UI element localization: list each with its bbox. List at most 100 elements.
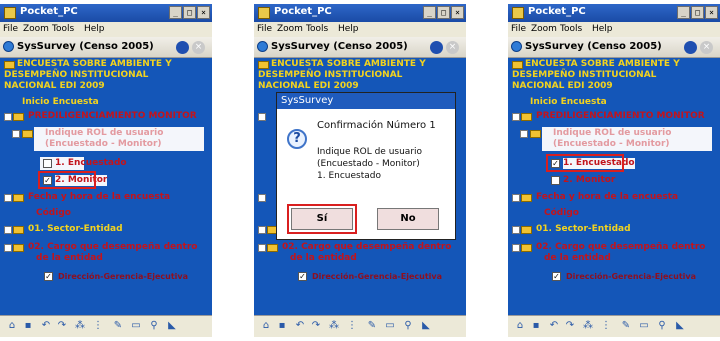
menu-zoom[interactable]: Zoom: [531, 24, 557, 34]
menu-tools[interactable]: Tools: [306, 24, 328, 34]
expand-icon[interactable]: [12, 130, 20, 138]
tree-item-codigo[interactable]: Código: [544, 208, 579, 219]
expand-icon[interactable]: [4, 244, 12, 252]
window-icon: [4, 7, 16, 19]
maximize-button[interactable]: □: [691, 6, 704, 19]
tree-item-sector[interactable]: 01. Sector-Entidad: [536, 224, 631, 235]
tree-item-cargo[interactable]: 02. Cargo que desempeña dentro: [536, 242, 705, 253]
folder-open-icon[interactable]: ▭: [638, 320, 650, 332]
undo-icon[interactable]: ↶: [40, 320, 52, 332]
search-icon[interactable]: ⚲: [656, 320, 668, 332]
checkbox-direccion[interactable]: ✓: [298, 272, 307, 281]
expand-icon[interactable]: [512, 194, 520, 202]
search-icon[interactable]: ⚲: [402, 320, 414, 332]
edit-icon[interactable]: ✎: [620, 320, 632, 332]
expand-icon[interactable]: [4, 226, 12, 234]
close-button[interactable]: ×: [451, 6, 464, 19]
expand-icon[interactable]: [258, 244, 266, 252]
maximize-button[interactable]: □: [183, 6, 196, 19]
tree-item-cargo[interactable]: 02. Cargo que desempeña dentro: [28, 242, 197, 253]
tree-icon[interactable]: ⁂: [582, 320, 594, 332]
menu-zoom[interactable]: Zoom: [23, 24, 49, 34]
save-icon[interactable]: ▪: [530, 320, 542, 332]
expand-icon[interactable]: [4, 194, 12, 202]
close-icon[interactable]: ×: [700, 41, 713, 54]
close-button[interactable]: ×: [705, 6, 718, 19]
home-icon[interactable]: ⌂: [514, 320, 526, 332]
minimize-button[interactable]: _: [423, 6, 436, 19]
menu-help[interactable]: Help: [84, 24, 105, 34]
no-button[interactable]: No: [377, 208, 439, 230]
minimize-button[interactable]: _: [677, 6, 690, 19]
ok-icon[interactable]: [176, 41, 189, 54]
menu-tools[interactable]: Tools: [560, 24, 582, 34]
maximize-button[interactable]: □: [437, 6, 450, 19]
folder-icon: [521, 113, 532, 121]
checkbox-option-1[interactable]: [43, 159, 52, 168]
expand-icon[interactable]: [258, 194, 266, 202]
home-icon[interactable]: ⌂: [260, 320, 272, 332]
tree-icon[interactable]: ⁂: [74, 320, 86, 332]
close-icon[interactable]: ×: [446, 41, 459, 54]
checkbox-direccion[interactable]: ✓: [44, 272, 53, 281]
tree-item-direccion[interactable]: Dirección-Gerencia-Ejecutiva: [312, 271, 442, 282]
structure-icon[interactable]: ⋮: [600, 320, 612, 332]
ok-icon[interactable]: [430, 41, 443, 54]
expand-icon[interactable]: [512, 244, 520, 252]
tree-item-section[interactable]: PREDILIGENCIAMIENTO MONITOR: [28, 111, 197, 122]
tree-item-fecha[interactable]: Fecha y hora de la encuesta: [536, 192, 678, 203]
ok-icon[interactable]: [684, 41, 697, 54]
dialog-line-3: 1. Encuestado: [317, 171, 381, 181]
checkbox-option-2[interactable]: [551, 176, 560, 185]
structure-icon[interactable]: ⋮: [346, 320, 358, 332]
expand-icon[interactable]: [4, 113, 12, 121]
minimize-button[interactable]: _: [169, 6, 182, 19]
menu-help[interactable]: Help: [592, 24, 613, 34]
tree-item-codigo[interactable]: Código: [36, 208, 71, 219]
edit-icon[interactable]: ✎: [112, 320, 124, 332]
menu-help[interactable]: Help: [338, 24, 359, 34]
tree-item-cargo[interactable]: 02. Cargo que desempeña dentro: [282, 242, 451, 253]
tree-icon[interactable]: ⁂: [328, 320, 340, 332]
search-icon[interactable]: ⚲: [148, 320, 160, 332]
selection-highlight: [38, 171, 96, 189]
edit-icon[interactable]: ✎: [366, 320, 378, 332]
menu-file[interactable]: File: [257, 24, 272, 34]
chart-icon[interactable]: ◣: [420, 320, 432, 332]
menu-file[interactable]: File: [3, 24, 18, 34]
tree-item-inicio[interactable]: Inicio Encuesta: [530, 97, 607, 108]
option-2-label[interactable]: 2. Monitor: [563, 175, 615, 186]
structure-icon[interactable]: ⋮: [92, 320, 104, 332]
survey-tree: ENCUESTA SOBRE AMBIENTE Y DESEMPEÑO INST…: [508, 58, 720, 315]
tree-item-sector[interactable]: 01. Sector-Entidad: [28, 224, 123, 235]
redo-icon[interactable]: ↷: [56, 320, 68, 332]
save-icon[interactable]: ▪: [22, 320, 34, 332]
chart-icon[interactable]: ◣: [166, 320, 178, 332]
save-icon[interactable]: ▪: [276, 320, 288, 332]
redo-icon[interactable]: ↷: [564, 320, 576, 332]
folder-open-icon[interactable]: ▭: [384, 320, 396, 332]
checkbox-direccion[interactable]: ✓: [552, 272, 561, 281]
tree-item-direccion[interactable]: Dirección-Gerencia-Ejecutiva: [58, 271, 188, 282]
tree-item-fecha[interactable]: Fecha y hora de la encuesta: [28, 192, 170, 203]
home-icon[interactable]: ⌂: [6, 320, 18, 332]
close-icon[interactable]: ×: [192, 41, 205, 54]
expand-icon[interactable]: [520, 130, 528, 138]
undo-icon[interactable]: ↶: [548, 320, 560, 332]
expand-icon[interactable]: [258, 226, 266, 234]
expand-icon[interactable]: [512, 226, 520, 234]
undo-icon[interactable]: ↶: [294, 320, 306, 332]
redo-icon[interactable]: ↷: [310, 320, 322, 332]
menu-tools[interactable]: Tools: [52, 24, 74, 34]
tree-item-direccion[interactable]: Dirección-Gerencia-Ejecutiva: [566, 271, 696, 282]
menu-zoom[interactable]: Zoom: [277, 24, 303, 34]
expand-icon[interactable]: [258, 113, 266, 121]
expand-icon[interactable]: [512, 113, 520, 121]
menu-file[interactable]: File: [511, 24, 526, 34]
tree-item-inicio[interactable]: Inicio Encuesta: [22, 97, 99, 108]
tree-item-section[interactable]: PREDILIGENCIAMIENTO MONITOR: [536, 111, 705, 122]
chart-icon[interactable]: ◣: [674, 320, 686, 332]
option-1-label[interactable]: 1. Encuestado: [55, 158, 127, 169]
close-button[interactable]: ×: [197, 6, 210, 19]
folder-open-icon[interactable]: ▭: [130, 320, 142, 332]
